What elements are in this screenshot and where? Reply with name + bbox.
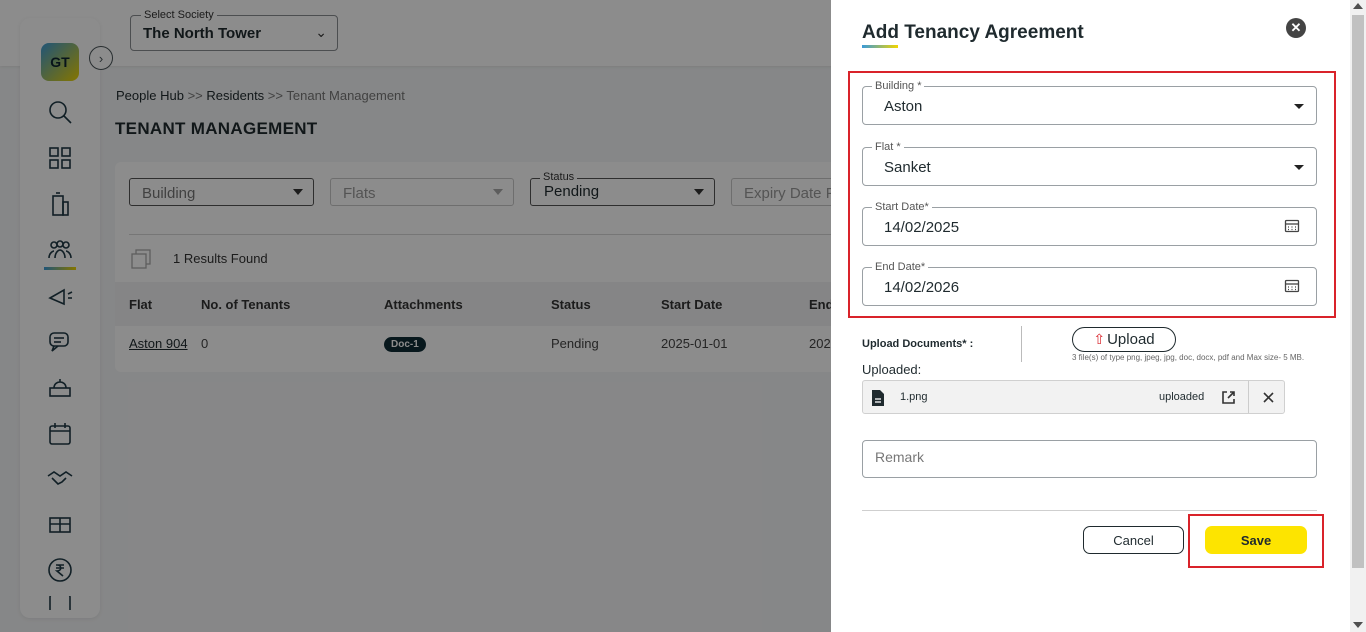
- remark-input[interactable]: Remark: [862, 440, 1317, 478]
- cancel-button[interactable]: Cancel: [1083, 526, 1184, 554]
- file-status: uploaded: [1159, 391, 1205, 403]
- flat-label: Flat *: [872, 141, 904, 153]
- close-icon[interactable]: ✕: [1286, 18, 1306, 38]
- end-date-field[interactable]: End Date* 14/02/2026: [862, 261, 1317, 306]
- drawer-title: Add Tenancy Agreement: [862, 22, 1084, 43]
- title-underline: [862, 45, 898, 48]
- calendar-icon[interactable]: [1284, 218, 1300, 234]
- scroll-down-arrow[interactable]: [1353, 622, 1363, 628]
- caret-down-icon: [1294, 165, 1304, 170]
- save-button[interactable]: Save: [1205, 526, 1307, 554]
- scroll-up-arrow[interactable]: [1353, 3, 1363, 9]
- end-date-value: 14/02/2026: [884, 279, 960, 296]
- open-external-icon[interactable]: [1221, 390, 1236, 405]
- building-label: Building *: [872, 80, 925, 92]
- calendar-icon[interactable]: [1284, 278, 1300, 294]
- file-icon: [871, 389, 885, 407]
- flat-value: Sanket: [884, 159, 931, 176]
- uploaded-label: Uploaded:: [862, 362, 922, 377]
- upload-icon: ⇧: [1093, 331, 1106, 347]
- uploaded-file-row: 1.png uploaded: [862, 380, 1285, 414]
- upload-documents-label: Upload Documents* :: [862, 338, 974, 350]
- start-date-value: 14/02/2025: [884, 219, 960, 236]
- start-date-label: Start Date*: [872, 201, 932, 213]
- divider: [862, 510, 1317, 511]
- upload-button[interactable]: ⇧ Upload: [1072, 327, 1176, 352]
- remove-file-icon[interactable]: [1261, 390, 1276, 405]
- divider: [1248, 381, 1249, 413]
- start-date-field[interactable]: Start Date* 14/02/2025: [862, 201, 1317, 246]
- end-date-label: End Date*: [872, 261, 929, 273]
- caret-down-icon: [1294, 104, 1304, 109]
- upload-button-label: Upload: [1107, 331, 1155, 348]
- divider: [1021, 326, 1022, 362]
- scrollbar-thumb[interactable]: [1352, 15, 1364, 568]
- add-tenancy-drawer: Add Tenancy Agreement ✕ Building * Aston…: [831, 0, 1350, 632]
- building-value: Aston: [884, 98, 923, 115]
- file-name: 1.png: [900, 391, 928, 403]
- flat-select[interactable]: Flat * Sanket: [862, 141, 1317, 186]
- building-select[interactable]: Building * Aston: [862, 80, 1317, 125]
- upload-hint: 3 file(s) of type png, jpeg, jpg, doc, d…: [1072, 353, 1305, 362]
